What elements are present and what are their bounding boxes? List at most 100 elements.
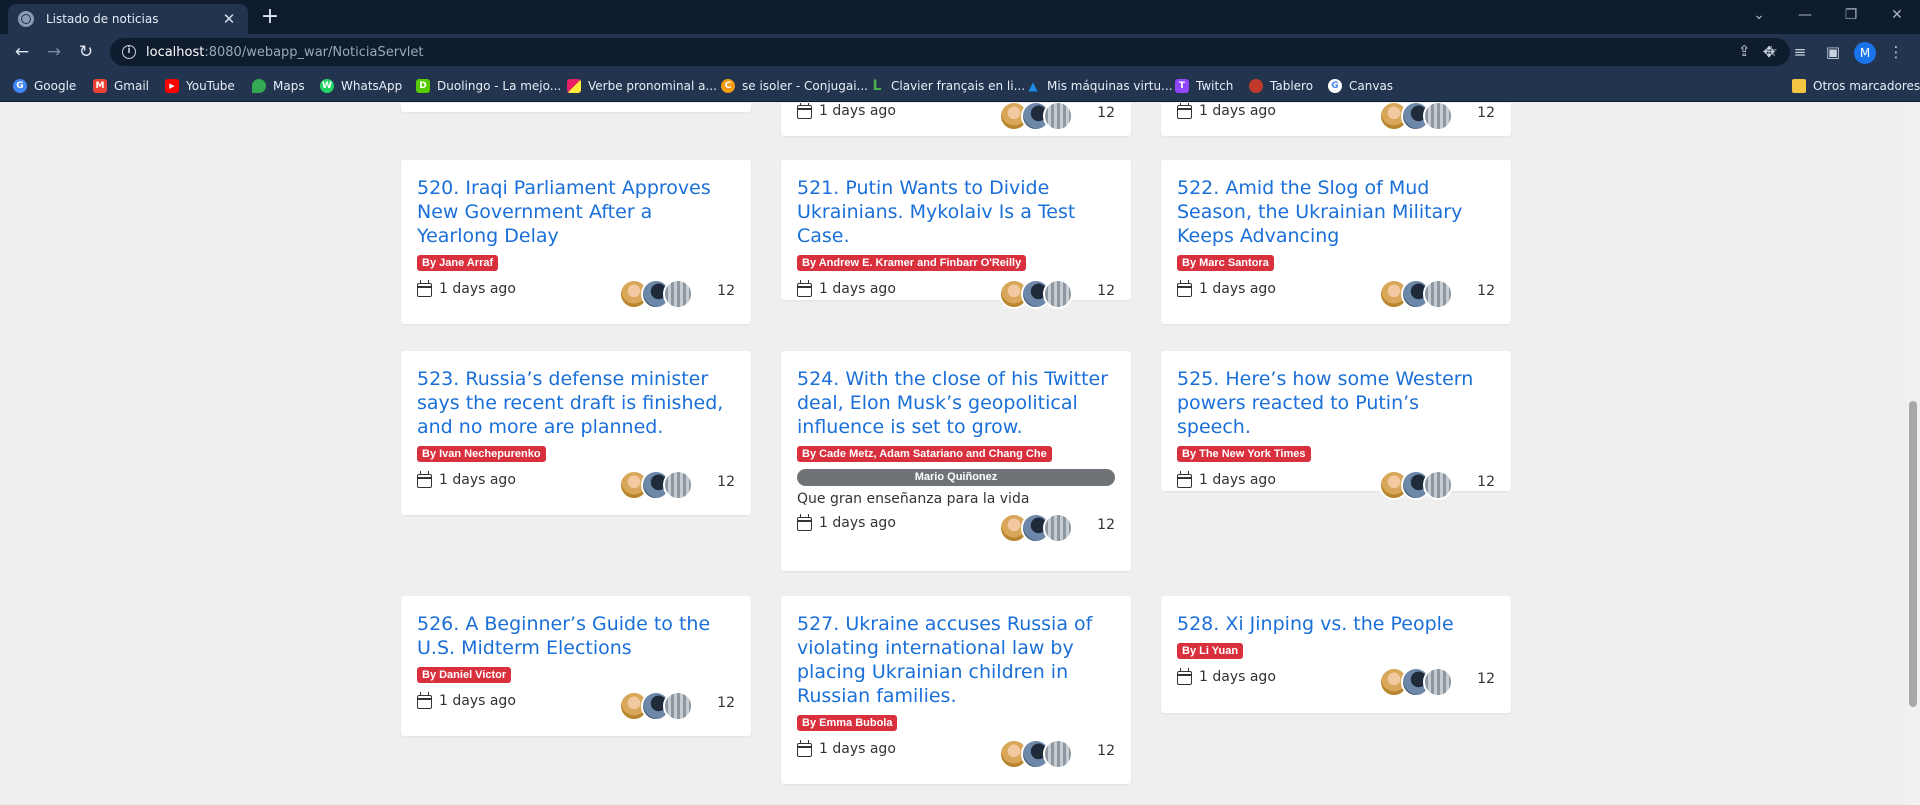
bookmark-clavier-francais[interactable]: L Clavier français en li... <box>870 77 1025 95</box>
bookmark-youtube[interactable]: ▶ YouTube <box>165 77 235 95</box>
browser-toolbar: ← → ↻ i localhost :8080/webapp_war/Notic… <box>0 34 1920 70</box>
author-badge: By The New York Times <box>1177 446 1311 462</box>
reader-avatars <box>999 739 1075 769</box>
reader-count: 12 <box>1477 105 1495 121</box>
news-title-link[interactable]: 521. Putin Wants to Divide Ukrainians. M… <box>797 176 1115 248</box>
calendar-icon <box>1177 668 1192 685</box>
news-title-link[interactable]: 523. Russia’s defense minister says the … <box>417 367 735 439</box>
news-title-link[interactable]: 524. With the close of his Twitter deal,… <box>797 367 1115 439</box>
bookmark-twitch[interactable]: T Twitch <box>1175 77 1233 95</box>
card-meta: 1 days ago 12 <box>1177 466 1495 500</box>
restore-button[interactable]: ❐ <box>1828 0 1874 30</box>
colorful-squares-icon <box>567 79 581 93</box>
calendar-icon <box>417 280 432 297</box>
news-card-partial-right: 1 days ago 12 <box>1161 103 1511 136</box>
news-title-link[interactable]: 527. Ukraine accuses Russia of violating… <box>797 612 1115 708</box>
profile-avatar[interactable]: M <box>1854 42 1876 64</box>
news-card[interactable]: 525. Here’s how some Western powers reac… <box>1161 351 1511 500</box>
bookmark-verbe-pronominal[interactable]: Verbe pronominal a... <box>567 77 717 95</box>
card-meta: 1 days ago 12 <box>1177 275 1495 309</box>
card-date: 1 days ago <box>819 103 896 119</box>
bookmark-duolingo[interactable]: D Duolingo - La mejo... <box>416 77 561 95</box>
other-bookmarks-folder[interactable]: Otros marcadores <box>1792 77 1920 95</box>
close-window-button[interactable]: ✕ <box>1874 0 1920 30</box>
card-date: 1 days ago <box>439 281 516 297</box>
reader-count: 12 <box>1097 105 1115 121</box>
bookmark-gmail[interactable]: M Gmail <box>93 77 149 95</box>
news-card[interactable]: 522. Amid the Slog of Mud Season, the Uk… <box>1161 160 1511 324</box>
avatar <box>1423 279 1453 309</box>
forward-arrow-icon[interactable]: → <box>42 40 66 64</box>
bookmarks-bar: G Google M Gmail ▶ YouTube Maps W WhatsApp D… <box>0 70 1920 102</box>
news-title-link[interactable]: 526. A Beginner’s Guide to the U.S. Midt… <box>417 612 735 660</box>
conjugaison-icon: C <box>721 79 735 93</box>
news-card[interactable]: 521. Putin Wants to Divide Ukrainians. M… <box>781 160 1131 309</box>
author-badge: By Ivan Nechepurenko <box>417 446 546 462</box>
calendar-icon <box>1177 280 1192 297</box>
calendar-icon <box>417 471 432 488</box>
page-scrollbar[interactable] <box>1906 103 1920 805</box>
comment-text: Que gran enseñanza para la vida <box>797 491 1030 507</box>
new-tab-button[interactable]: + <box>258 4 282 30</box>
reader-avatars <box>619 279 695 309</box>
reload-icon[interactable]: ↻ <box>74 40 98 64</box>
extensions-puzzle-icon[interactable]: ✥ <box>1757 40 1781 64</box>
card-meta: 1 days ago 12 <box>417 275 735 309</box>
calendar-icon <box>797 103 812 119</box>
news-title-link[interactable]: 525. Here’s how some Western powers reac… <box>1177 367 1495 439</box>
bookmark-se-isoler[interactable]: Cse isoler - Conjugai... <box>721 77 868 95</box>
info-icon[interactable]: i <box>122 45 136 59</box>
side-panel-icon[interactable]: ▣ <box>1821 40 1845 64</box>
news-title-link[interactable]: 528. Xi Jinping vs. the People <box>1177 612 1495 636</box>
bookmark-maquinas-virtuales[interactable]: ▲ Mis máquinas virtu... <box>1026 77 1172 95</box>
avatar <box>1043 279 1073 309</box>
reader-avatars <box>619 691 695 721</box>
scrollbar-thumb[interactable] <box>1909 401 1917 707</box>
card-meta: 1 days ago 12 <box>797 509 1115 543</box>
reader-count: 12 <box>1097 743 1115 759</box>
avatar <box>663 279 693 309</box>
news-title-link[interactable]: 520. Iraqi Parliament Approves New Gover… <box>417 176 735 248</box>
author-badge: By Li Yuan <box>1177 643 1244 659</box>
calendar-icon <box>797 514 812 531</box>
google-icon: G <box>1328 79 1342 93</box>
close-tab-icon[interactable]: ✕ <box>220 10 238 28</box>
card-date: 1 days ago <box>819 741 896 757</box>
avatar <box>663 470 693 500</box>
bookmark-maps[interactable]: Maps <box>252 77 305 95</box>
share-icon[interactable]: ⇪ <box>1738 42 1751 60</box>
back-arrow-icon[interactable]: ← <box>10 40 34 64</box>
menu-kebab-icon[interactable]: ⋮ <box>1884 40 1908 64</box>
author-badge: By Cade Metz, Adam Satariano and Chang C… <box>797 446 1052 462</box>
news-card[interactable]: 524. With the close of his Twitter deal,… <box>781 351 1131 571</box>
bookmark-canvas[interactable]: G Canvas <box>1328 77 1393 95</box>
author-badge: By Emma Bubola <box>797 715 898 731</box>
media-queue-icon[interactable]: ≡ <box>1788 40 1812 64</box>
maps-pin-icon <box>252 79 266 93</box>
reader-count: 12 <box>1477 671 1495 687</box>
author-badge: By Marc Santora <box>1177 255 1274 271</box>
browser-tab-active[interactable]: Listado de noticias ✕ <box>8 4 248 34</box>
avatar <box>1043 739 1073 769</box>
news-card[interactable]: 520. Iraqi Parliament Approves New Gover… <box>401 160 751 324</box>
author-badge: By Daniel Victor <box>417 667 512 683</box>
address-bar[interactable]: i localhost :8080/webapp_war/NoticiaServ… <box>110 38 1790 66</box>
reader-avatars <box>999 103 1075 131</box>
bookmark-google[interactable]: G Google <box>13 77 76 95</box>
bookmark-whatsapp[interactable]: W WhatsApp <box>320 77 402 95</box>
minimize-button[interactable]: — <box>1782 0 1828 30</box>
card-date: 1 days ago <box>819 281 896 297</box>
bookmark-tablero[interactable]: Tablero <box>1249 77 1313 95</box>
news-card[interactable]: 527. Ukraine accuses Russia of violating… <box>781 596 1131 784</box>
calendar-icon <box>797 740 812 757</box>
card-date: 1 days ago <box>439 693 516 709</box>
news-card[interactable]: 528. Xi Jinping vs. the People By Li Yua… <box>1161 596 1511 713</box>
youtube-icon: ▶ <box>165 79 179 93</box>
tab-title: Listado de noticias <box>46 12 159 26</box>
news-title-link[interactable]: 522. Amid the Slog of Mud Season, the Uk… <box>1177 176 1495 248</box>
tab-search-chevron-icon[interactable]: ⌄ <box>1736 0 1782 30</box>
gmail-icon: M <box>93 79 107 93</box>
news-card[interactable]: 523. Russia’s defense minister says the … <box>401 351 751 515</box>
comment-user-badge: Mario Quiñonez <box>797 469 1115 486</box>
news-card[interactable]: 526. A Beginner’s Guide to the U.S. Midt… <box>401 596 751 736</box>
